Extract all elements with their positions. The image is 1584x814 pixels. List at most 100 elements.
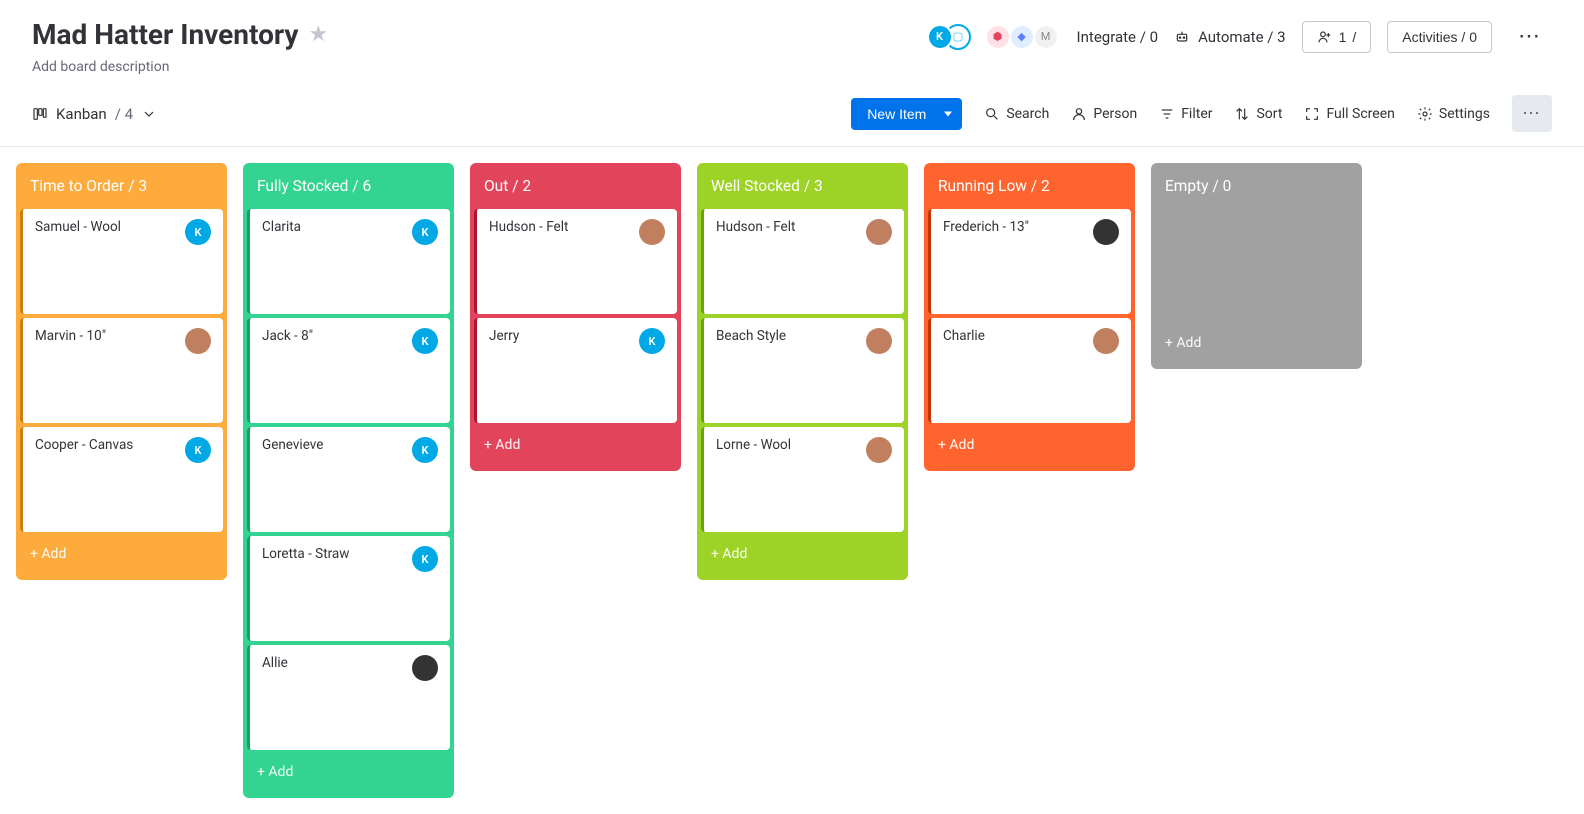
gear-icon: [1417, 106, 1433, 122]
person-icon: [1071, 106, 1087, 122]
card-avatar[interactable]: K: [639, 328, 665, 354]
board-description[interactable]: Add board description: [32, 59, 328, 75]
integration-badge-icon: ⬢: [987, 26, 1009, 48]
fullscreen-icon: [1304, 106, 1320, 122]
add-card-button[interactable]: + Add: [470, 423, 681, 471]
add-card-button[interactable]: + Add: [1151, 195, 1362, 369]
card-avatar[interactable]: [866, 437, 892, 463]
kanban-card[interactable]: Samuel - Wool K: [20, 209, 223, 314]
sort-button[interactable]: Sort: [1234, 106, 1282, 122]
toolbar-menu-button[interactable]: ⋯: [1512, 95, 1552, 132]
add-card-button[interactable]: + Add: [243, 750, 454, 798]
person-filter-button[interactable]: Person: [1071, 106, 1137, 122]
invite-members-button[interactable]: 1/: [1302, 21, 1372, 53]
card-avatar[interactable]: K: [412, 219, 438, 245]
search-icon: [984, 106, 1000, 122]
column-body: Hudson - Felt Beach Style Lorne - Wool: [697, 209, 908, 532]
card-title: Jerry: [489, 328, 519, 344]
filter-button[interactable]: Filter: [1159, 106, 1212, 122]
view-selector[interactable]: Kanban / 4: [32, 105, 157, 123]
card-title: Samuel - Wool: [35, 219, 121, 235]
card-title: Hudson - Felt: [716, 219, 795, 235]
robot-icon: [1174, 29, 1190, 45]
column-body: Samuel - Wool K Marvin - 10" Cooper - Canva…: [16, 209, 227, 532]
kanban-card[interactable]: Beach Style: [701, 318, 904, 423]
star-icon[interactable]: ★: [308, 22, 328, 47]
card-title: Jack - 8": [262, 328, 313, 344]
card-avatar[interactable]: [185, 328, 211, 354]
card-avatar[interactable]: [866, 219, 892, 245]
board-members-avatars[interactable]: K: [927, 24, 971, 50]
card-avatar[interactable]: K: [412, 328, 438, 354]
kanban-card[interactable]: Allie: [247, 645, 450, 750]
kanban-card[interactable]: Charlie: [928, 318, 1131, 423]
kanban-card[interactable]: Loretta - StrawK: [247, 536, 450, 641]
kanban-card[interactable]: Jerry K: [474, 318, 677, 423]
card-avatar[interactable]: [866, 328, 892, 354]
kanban-card[interactable]: Genevieve K: [247, 427, 450, 532]
add-card-button[interactable]: + Add: [924, 423, 1135, 471]
column-header[interactable]: Time to Order / 3: [16, 163, 227, 209]
card-avatar[interactable]: [1093, 328, 1119, 354]
card-avatar[interactable]: K: [412, 437, 438, 463]
fullscreen-button[interactable]: Full Screen: [1304, 106, 1394, 122]
card-avatar[interactable]: [639, 219, 665, 245]
view-label: Kanban: [56, 105, 107, 123]
card-avatar[interactable]: K: [412, 546, 438, 572]
person-plus-icon: [1317, 29, 1333, 45]
kanban-card[interactable]: Frederich - 13": [928, 209, 1131, 314]
settings-button[interactable]: Settings: [1417, 106, 1490, 122]
kanban-column: Out / 2 Hudson - Felt Jerry K + Add: [470, 163, 681, 471]
search-button[interactable]: Search: [984, 106, 1049, 122]
kanban-card[interactable]: Lorne - Wool: [701, 427, 904, 532]
column-body: Hudson - Felt Jerry K: [470, 209, 681, 423]
avatar-k: K: [927, 24, 953, 50]
view-count: / 4: [115, 105, 133, 123]
filter-icon: [1159, 106, 1175, 122]
card-title: Clarita: [262, 219, 301, 235]
add-card-button[interactable]: + Add: [697, 532, 908, 580]
kanban-card[interactable]: Hudson - Felt: [474, 209, 677, 314]
kanban-column: Running Low / 2Frederich - 13"Charlie+ A…: [924, 163, 1135, 471]
kanban-column: Well Stocked / 3 Hudson - Felt Beach Style…: [697, 163, 908, 580]
members-count: 1: [1339, 29, 1347, 45]
card-avatar[interactable]: K: [185, 219, 211, 245]
card-title: Cooper - Canvas: [35, 437, 133, 453]
automate-button[interactable]: Automate / 3: [1174, 28, 1286, 46]
kanban-board: Time to Order / 3 Samuel - Wool K Marvin - …: [0, 147, 1584, 814]
kanban-card[interactable]: Marvin - 10": [20, 318, 223, 423]
card-title: Hudson - Felt: [489, 219, 568, 235]
add-card-button[interactable]: + Add: [16, 532, 227, 580]
card-title: Genevieve: [262, 437, 323, 453]
card-title: Allie: [262, 655, 288, 671]
column-header[interactable]: Fully Stocked / 6: [243, 163, 454, 209]
kanban-column: Empty / 0+ Add: [1151, 163, 1362, 369]
board-menu-button[interactable]: ⋯: [1508, 18, 1552, 55]
card-avatar[interactable]: [1093, 219, 1119, 245]
board-title[interactable]: Mad Hatter Inventory: [32, 18, 298, 51]
kanban-column: Time to Order / 3 Samuel - Wool K Marvin - …: [16, 163, 227, 580]
column-body: ClaritaKJack - 8"KGenevieveKLoretta - St…: [243, 209, 454, 750]
activities-button[interactable]: Activities / 0: [1387, 21, 1492, 53]
column-header[interactable]: Running Low / 2: [924, 163, 1135, 209]
kanban-card[interactable]: Hudson - Felt: [701, 209, 904, 314]
column-header[interactable]: Well Stocked / 3: [697, 163, 908, 209]
column-header[interactable]: Out / 2: [470, 163, 681, 209]
card-title: Beach Style: [716, 328, 786, 344]
integration-badges[interactable]: ⬢ ◆ M: [987, 26, 1057, 48]
automate-label: Automate / 3: [1198, 28, 1286, 46]
integrate-button[interactable]: Integrate / 0: [1077, 28, 1159, 46]
kanban-card[interactable]: Clarita K: [247, 209, 450, 314]
card-title: Marvin - 10": [35, 328, 106, 344]
column-header[interactable]: Empty / 0: [1151, 163, 1362, 195]
card-avatar[interactable]: [412, 655, 438, 681]
sort-icon: [1234, 106, 1250, 122]
gmail-icon: M: [1035, 26, 1057, 48]
new-item-button[interactable]: New Item: [851, 98, 962, 130]
column-body: Frederich - 13"Charlie: [924, 209, 1135, 423]
kanban-icon: [32, 106, 48, 122]
card-avatar[interactable]: K: [185, 437, 211, 463]
integration-badge-icon: ◆: [1011, 26, 1033, 48]
kanban-card[interactable]: Cooper - Canvas K: [20, 427, 223, 532]
kanban-card[interactable]: Jack - 8" K: [247, 318, 450, 423]
